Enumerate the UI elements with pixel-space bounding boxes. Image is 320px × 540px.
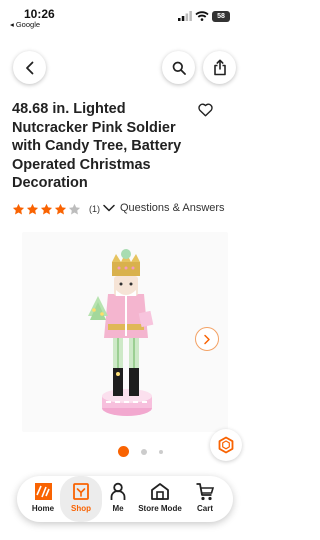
- nav-label: Cart: [196, 504, 213, 513]
- battery-icon: 58: [212, 11, 230, 22]
- review-count[interactable]: (1): [89, 204, 100, 214]
- product-page: 10:26 ◂ Google 58 48.68 in. Lighted Nutc…: [0, 0, 250, 540]
- shop-icon: [73, 483, 89, 500]
- nav-label: Me: [112, 504, 124, 513]
- product-title: 48.68 in. Lighted Nutcracker Pink Soldie…: [12, 101, 182, 191]
- chevron-down-icon: [103, 204, 115, 212]
- home-depot-logo-icon: [34, 483, 52, 500]
- star-icon: [54, 203, 67, 214]
- wifi-icon: [195, 11, 209, 21]
- page-dot-active[interactable]: [118, 446, 129, 457]
- rating-stars[interactable]: (1): [12, 202, 100, 216]
- nav-label: Shop: [71, 504, 91, 513]
- search-icon: [172, 61, 186, 75]
- star-icon: [40, 203, 53, 214]
- back-button[interactable]: [13, 51, 46, 84]
- person-icon: [110, 482, 126, 500]
- qa-label: Questions & Answers: [120, 202, 225, 214]
- page-dot[interactable]: [159, 449, 163, 454]
- next-image-button[interactable]: [195, 327, 219, 351]
- chevron-left-icon: [25, 61, 33, 74]
- nav-cart[interactable]: Cart: [193, 476, 217, 522]
- share-icon: [213, 59, 226, 76]
- nav-store-mode[interactable]: Store Mode: [135, 476, 185, 522]
- store-icon: [151, 483, 169, 500]
- hexagon-icon: [218, 436, 234, 454]
- nav-label: Store Mode: [138, 504, 182, 513]
- star-icon: [12, 203, 25, 214]
- cart-icon: [196, 483, 215, 501]
- status-time: 10:26: [24, 7, 55, 21]
- share-button[interactable]: [203, 51, 236, 84]
- nav-label: Home: [31, 504, 55, 513]
- signal-icon: [178, 11, 192, 21]
- nav-me[interactable]: Me: [107, 476, 129, 522]
- ar-view-button[interactable]: [210, 429, 242, 461]
- page-dot[interactable]: [141, 448, 147, 455]
- chevron-right-icon: [204, 334, 210, 344]
- questions-answers-link[interactable]: Questions & Answers: [103, 202, 225, 214]
- bottom-nav: Home Shop Me Store Mode Cart: [17, 476, 233, 522]
- search-button[interactable]: [162, 51, 195, 84]
- back-to-app-link[interactable]: ◂ Google: [10, 20, 40, 29]
- nav-home[interactable]: Home: [25, 476, 61, 522]
- star-icon: [26, 203, 39, 214]
- favorite-heart-icon[interactable]: [198, 103, 213, 117]
- star-empty-icon: [68, 203, 81, 214]
- nav-shop[interactable]: Shop: [60, 476, 102, 522]
- image-pagination: [118, 446, 163, 457]
